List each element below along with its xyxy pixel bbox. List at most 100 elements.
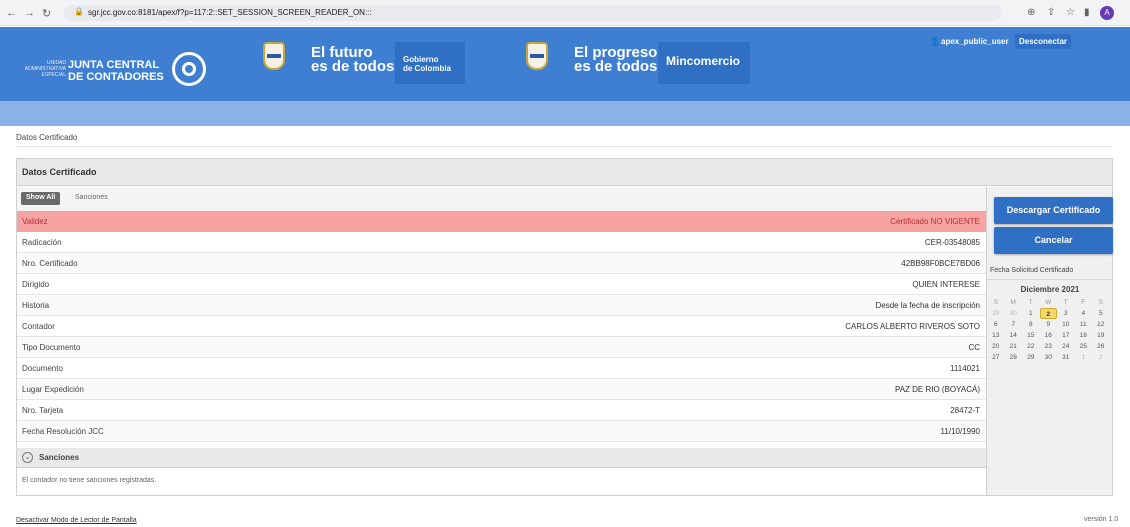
current-user: apex_public_user: [941, 37, 1009, 46]
row-value: 1114021: [950, 364, 980, 373]
calendar-day[interactable]: 12: [1092, 319, 1110, 330]
row-dirigido: Dirigido QUIEN INTERESE: [17, 274, 986, 295]
cancel-button[interactable]: Cancelar: [994, 227, 1113, 254]
calendar-day[interactable]: 26: [1092, 341, 1110, 352]
app-version: versión 1.0: [1084, 516, 1119, 523]
row-value: 11/10/1990: [940, 427, 980, 436]
calendar-day[interactable]: 11: [1075, 319, 1093, 330]
star-icon[interactable]: ☆: [1066, 7, 1075, 18]
calendar-day[interactable]: 4: [1075, 308, 1093, 319]
download-certificate-button[interactable]: Descargar Certificado: [994, 197, 1113, 224]
panel-title: Datos Certificado: [17, 159, 1112, 186]
row-value: CC: [968, 343, 980, 352]
org-name-line2: DE CONTADORES: [68, 71, 164, 83]
coat-of-arms-icon: [263, 42, 285, 70]
calendar-week: 13 14 15 16 17 18 19: [987, 330, 1113, 341]
certificate-panel: Datos Certificado Show All Sanciones Val…: [16, 158, 1113, 496]
org-name: JUNTA CENTRAL DE CONTADORES: [68, 59, 164, 83]
row-fecha-resolucion: Fecha Resolución JCC 11/10/1990: [17, 421, 986, 442]
calendar-weekday: M: [1010, 299, 1016, 306]
calendar-day[interactable]: 7: [1005, 319, 1023, 330]
back-arrow-icon[interactable]: ←: [6, 7, 17, 19]
calendar-day[interactable]: 9: [1040, 319, 1058, 330]
calendar-day[interactable]: 15: [1022, 330, 1040, 341]
calendar-day[interactable]: 19: [1092, 330, 1110, 341]
address-bar[interactable]: 🔒 sgr.jcc.gov.co:8181/apex/f?p=117:2::SE…: [64, 5, 1002, 21]
row-value: CER-03548085: [924, 238, 980, 247]
calendar-day[interactable]: 21: [1005, 341, 1023, 352]
calendar-day[interactable]: 13: [987, 330, 1005, 341]
tab-sanciones[interactable]: Sanciones: [75, 194, 108, 201]
calendar-day[interactable]: 30: [1005, 308, 1023, 319]
divider: [16, 146, 1112, 147]
row-value: PAZ DE RIO (BOYACÁ): [894, 385, 980, 394]
calendar-day[interactable]: 23: [1040, 341, 1058, 352]
calendar-day[interactable]: 14: [1005, 330, 1023, 341]
slogan-progreso-line2: es de todos: [574, 58, 658, 75]
gobierno-badge: Gobierno de Colombia: [395, 42, 465, 84]
calendar-day[interactable]: 30: [1040, 352, 1058, 363]
chevron-down-icon[interactable]: ⌄: [22, 452, 33, 463]
row-value: 42BB98F0BCE7BD06: [901, 259, 980, 268]
row-label: Contador: [22, 322, 55, 331]
calendar-day[interactable]: 8: [1022, 319, 1040, 330]
row-label: Fecha Resolución JCC: [22, 427, 104, 436]
divider: [987, 279, 1113, 280]
calendar-day[interactable]: 18: [1075, 330, 1093, 341]
share-icon[interactable]: ⇪: [1047, 7, 1055, 18]
calendar-day[interactable]: 17: [1057, 330, 1075, 341]
calendar-day[interactable]: 10: [1057, 319, 1075, 330]
sidebar-toggle-icon[interactable]: ▮: [1084, 7, 1090, 18]
calendar-day[interactable]: 6: [987, 319, 1005, 330]
slogan-futuro-line2: es de todos: [311, 58, 395, 75]
gobierno-line2: de Colombia: [403, 64, 452, 73]
reload-icon[interactable]: ↻: [42, 7, 51, 20]
sanctions-header[interactable]: ⌄ Sanciones: [17, 448, 986, 468]
row-radicacion: Radicación CER-03548085: [17, 232, 986, 253]
url-text[interactable]: sgr.jcc.gov.co:8181/apex/f?p=117:2::SET_…: [88, 8, 372, 17]
calendar-day[interactable]: 29: [987, 308, 1005, 319]
calendar-day[interactable]: 25: [1075, 341, 1093, 352]
row-nro-tarjeta: Nro. Tarjeta 28472-T: [17, 400, 986, 421]
calendar-weekday: F: [1081, 299, 1086, 306]
calendar-day[interactable]: 28: [1005, 352, 1023, 363]
calendar-day[interactable]: 3: [1057, 308, 1075, 319]
calendar-weekday: T: [1063, 299, 1068, 306]
row-label: Documento: [22, 364, 63, 373]
calendar-weekday: T: [1028, 299, 1033, 306]
calendar-grid: S M T W T F S 29 30 1 2 3 4 5 6 7 8 9 10 11 12 13 14 15 16 17 18 19…: [987, 297, 1113, 363]
row-value: QUIEN INTERESE: [912, 280, 980, 289]
row-label: Nro. Certificado: [22, 259, 78, 268]
calendar-day[interactable]: 22: [1022, 341, 1040, 352]
forward-arrow-icon[interactable]: →: [24, 7, 35, 19]
calendar-day[interactable]: 16: [1040, 330, 1058, 341]
calendar-day[interactable]: 24: [1057, 341, 1075, 352]
row-label: Nro. Tarjeta: [22, 406, 64, 415]
calendar-day[interactable]: 2: [1092, 352, 1110, 363]
user-icon: 👤: [930, 37, 940, 46]
zoom-icon[interactable]: ⊕: [1027, 7, 1035, 18]
row-label: Radicación: [22, 238, 62, 247]
row-validez: Validez Certificado NO VIGENTE: [17, 211, 986, 232]
logout-button[interactable]: Desconectar: [1015, 34, 1072, 49]
sanctions-title: Sanciones: [39, 453, 80, 462]
calendar-week: 27 28 29 30 31 1 2: [987, 352, 1113, 363]
calendar-day[interactable]: 31: [1057, 352, 1075, 363]
nav-subbar: [0, 101, 1130, 126]
calendar-day[interactable]: 2: [1039, 308, 1057, 319]
calendar-day[interactable]: 27: [987, 352, 1005, 363]
tab-bar: Show All Sanciones: [17, 187, 986, 211]
calendar-day[interactable]: 1: [1075, 352, 1093, 363]
row-label: Tipo Documento: [22, 343, 81, 352]
calendar-day[interactable]: 1: [1022, 308, 1040, 319]
calendar-day[interactable]: 5: [1092, 308, 1110, 319]
row-value: Certificado NO VIGENTE: [890, 217, 980, 226]
slogan-futuro: El futuro es de todos: [311, 45, 395, 75]
calendar-day[interactable]: 29: [1022, 352, 1040, 363]
mincomercio-badge: Mincomercio: [658, 42, 750, 84]
tab-show-all[interactable]: Show All: [21, 192, 61, 205]
profile-avatar[interactable]: A: [1100, 6, 1114, 20]
screen-reader-toggle-link[interactable]: Desactivar Modo de Lector de Pantalla: [16, 517, 137, 524]
calendar-day[interactable]: 20: [987, 341, 1005, 352]
calendar-week: 29 30 1 2 3 4 5: [987, 308, 1113, 319]
